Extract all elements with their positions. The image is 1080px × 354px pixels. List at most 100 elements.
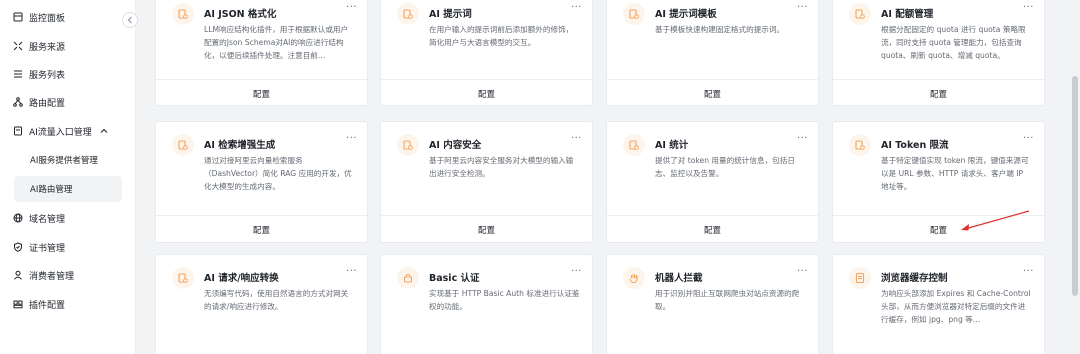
card-title: AI 提示词 xyxy=(429,9,472,20)
card-title: 浏览器缓存控制 xyxy=(881,273,948,284)
plugin-card: AI 提示词 ··· 在用户输入的提示词前后添加额外的修饰，简化用户与大语言模型… xyxy=(380,0,593,106)
sidebar-item-label: 消费者管理 xyxy=(29,271,75,282)
more-options-icon[interactable]: ··· xyxy=(797,2,808,13)
configure-button[interactable]: 配置 xyxy=(156,215,367,243)
plugin-card: AI 提示词模板 ··· 基于模板快速构建固定格式的提示词。 配置 xyxy=(606,0,819,106)
plugin-card: 机器人拦截 ··· 用于识别并阻止互联网爬虫对站点资源的爬取。 xyxy=(606,254,819,354)
chevron-left-icon xyxy=(127,16,132,24)
more-options-icon[interactable]: ··· xyxy=(1023,266,1034,277)
card-description: 根据分配固定的 quota 进行 quota 策略限流，同时支持 quota 管… xyxy=(881,25,1026,60)
shield-icon xyxy=(13,242,23,252)
configure-button[interactable]: 配置 xyxy=(833,79,1044,107)
document-icon xyxy=(849,267,871,289)
configure-button[interactable]: 配置 xyxy=(607,215,818,243)
sidebar-item-dashboard[interactable]: 监控面板 xyxy=(0,4,135,30)
plugin-card: AI 检索增强生成 ··· 通过对接阿里云向量检索服务（DashVector）简… xyxy=(155,121,368,243)
dashboard-icon xyxy=(13,12,23,22)
sidebar-subitem-ai-providers[interactable]: AI服务提供者管理 xyxy=(0,147,135,173)
annotation-arrow-icon xyxy=(961,210,1030,231)
card-title: AI 内容安全 xyxy=(429,140,482,151)
card-description: 实现基于 HTTP Basic Auth 标准进行认证鉴权的功能。 xyxy=(429,289,580,311)
sidebar-item-label: AI服务提供者管理 xyxy=(30,156,98,166)
plugin-icon xyxy=(849,3,871,25)
sidebar-item-certificates[interactable]: 证书管理 xyxy=(0,234,135,260)
card-title: 机器人拦截 xyxy=(655,273,703,284)
card-title: AI Token 限流 xyxy=(881,140,949,151)
card-description: 无须编写代码，使用自然语言的方式对网关的请求/响应进行修改。 xyxy=(204,289,349,311)
card-title: AI JSON 格式化 xyxy=(204,9,277,20)
more-options-icon[interactable]: ··· xyxy=(346,266,357,277)
ai-gateway-icon xyxy=(13,126,23,136)
lock-icon xyxy=(397,267,419,289)
configure-button[interactable]: 配置 xyxy=(381,215,592,243)
configure-button[interactable]: 配置 xyxy=(381,79,592,107)
plugin-icon xyxy=(849,134,871,156)
sidebar-item-domains[interactable]: 域名管理 xyxy=(0,205,135,231)
configure-button[interactable]: 配置 xyxy=(607,79,818,107)
plugin-icon xyxy=(397,3,419,25)
plugin-icon xyxy=(623,3,645,25)
more-options-icon[interactable]: ··· xyxy=(1023,133,1034,144)
source-icon xyxy=(13,41,23,51)
card-description: 在用户输入的提示词前后添加额外的修饰，简化用户与大语言模型的交互。 xyxy=(429,25,574,47)
card-description: 基于阿里云内容安全服务对大模型的输入输出进行安全检测。 xyxy=(429,156,574,178)
sidebar-item-label: 服务来源 xyxy=(29,42,66,53)
card-description: LLM响应结构化插件，用于根据默认或用户配置的Json Schema对AI的响应… xyxy=(204,25,349,60)
sidebar-item-ai-gateway[interactable]: AI流量入口管理 xyxy=(0,118,135,144)
plugin-icon xyxy=(623,134,645,156)
card-description: 为响应头部添加 Expires 和 Cache-Control 头部，从而方便浏… xyxy=(881,289,1031,324)
more-options-icon[interactable]: ··· xyxy=(797,133,808,144)
plugin-card: Basic 认证 ··· 实现基于 HTTP Basic Auth 标准进行认证… xyxy=(380,254,593,354)
card-description: 基于特定键值实现 token 限流，键值来源可以是 URL 参数、HTTP 请求… xyxy=(881,156,1029,191)
more-options-icon[interactable]: ··· xyxy=(571,133,582,144)
sidebar-item-label: AI流量入口管理 xyxy=(29,127,92,138)
route-icon xyxy=(13,97,23,107)
sidebar-collapse-button[interactable] xyxy=(122,12,138,28)
sidebar-item-label: 路由配置 xyxy=(29,98,66,109)
plugin-card: AI 配额管理 ··· 根据分配固定的 quota 进行 quota 策略限流，… xyxy=(832,0,1045,106)
sidebar-item-label: 证书管理 xyxy=(29,243,66,254)
sidebar-item-plugins[interactable]: 插件配置 xyxy=(0,291,135,317)
card-title: AI 提示词模板 xyxy=(655,9,717,20)
more-options-icon[interactable]: ··· xyxy=(571,2,582,13)
plugin-icon xyxy=(172,3,194,25)
sidebar: 监控面板 服务来源 服务列表 路由配置 AI流量入口管理 AI服务提供者管理 A… xyxy=(0,0,136,354)
card-description: 用于识别并阻止互联网爬虫对站点资源的爬取。 xyxy=(655,289,800,311)
sidebar-item-label: 插件配置 xyxy=(29,300,66,311)
configure-button[interactable]: 配置 xyxy=(156,79,367,107)
vertical-scrollbar[interactable] xyxy=(1072,76,1078,296)
sidebar-item-service-source[interactable]: 服务来源 xyxy=(0,33,135,59)
sidebar-item-label: 域名管理 xyxy=(29,214,66,225)
sidebar-item-label: 监控面板 xyxy=(29,13,66,24)
card-title: AI 请求/响应转换 xyxy=(204,273,279,284)
more-options-icon[interactable]: ··· xyxy=(571,266,582,277)
sidebar-item-service-list[interactable]: 服务列表 xyxy=(0,61,135,87)
sidebar-subitem-ai-routes[interactable]: AI路由管理 xyxy=(14,176,122,202)
hand-stop-icon xyxy=(623,267,645,289)
plugin-icon xyxy=(13,299,23,309)
list-icon xyxy=(13,69,23,79)
sidebar-item-route-config[interactable]: 路由配置 xyxy=(0,89,135,115)
chevron-up-icon[interactable] xyxy=(100,127,108,135)
plugin-card: AI JSON 格式化 ··· LLM响应结构化插件，用于根据默认或用户配置的J… xyxy=(155,0,368,106)
card-title: Basic 认证 xyxy=(429,273,480,284)
more-options-icon[interactable]: ··· xyxy=(346,133,357,144)
card-description: 基于模板快速构建固定格式的提示词。 xyxy=(655,25,785,34)
card-title: AI 统计 xyxy=(655,140,689,151)
plugin-card: AI 请求/响应转换 ··· 无须编写代码，使用自然语言的方式对网关的请求/响应… xyxy=(155,254,368,354)
plugin-card: AI 内容安全 ··· 基于阿里云内容安全服务对大模型的输入输出进行安全检测。 … xyxy=(380,121,593,243)
sidebar-item-label: 服务列表 xyxy=(29,70,66,81)
plugin-icon xyxy=(397,134,419,156)
plugin-icon xyxy=(172,267,194,289)
more-options-icon[interactable]: ··· xyxy=(346,2,357,13)
user-icon xyxy=(13,270,23,280)
sidebar-item-consumers[interactable]: 消费者管理 xyxy=(0,262,135,288)
more-options-icon[interactable]: ··· xyxy=(1023,2,1034,13)
sidebar-item-label: AI路由管理 xyxy=(30,185,73,195)
globe-icon xyxy=(13,213,23,223)
more-options-icon[interactable]: ··· xyxy=(797,266,808,277)
plugin-card: 浏览器缓存控制 ··· 为响应头部添加 Expires 和 Cache-Cont… xyxy=(832,254,1045,354)
card-title: AI 配额管理 xyxy=(881,9,934,20)
card-description: 提供了对 token 用量的统计信息，包括日志、监控以及告警。 xyxy=(655,156,795,178)
card-description: 通过对接阿里云向量检索服务（DashVector）简化 RAG 应用的开发，优化… xyxy=(204,156,352,191)
